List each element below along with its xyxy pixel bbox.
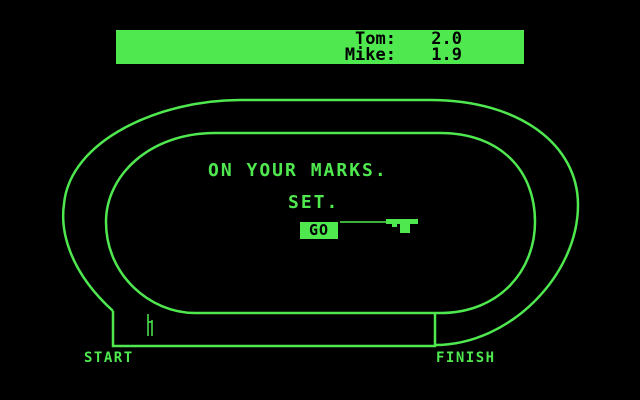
starter-pistol-icon [340,219,418,233]
start-lane [111,311,437,348]
on-your-marks-message: ON YOUR MARKS. [208,160,388,181]
game-screen: Tom: 2.0 Mike: 1.9 ON YOUR MARKS. SET. G… [0,0,640,400]
start-label: START [84,350,134,366]
go-button[interactable]: GO [300,222,338,239]
runner-icon [147,314,153,336]
finish-label: FINISH [436,350,496,366]
set-message: SET. [288,192,340,213]
